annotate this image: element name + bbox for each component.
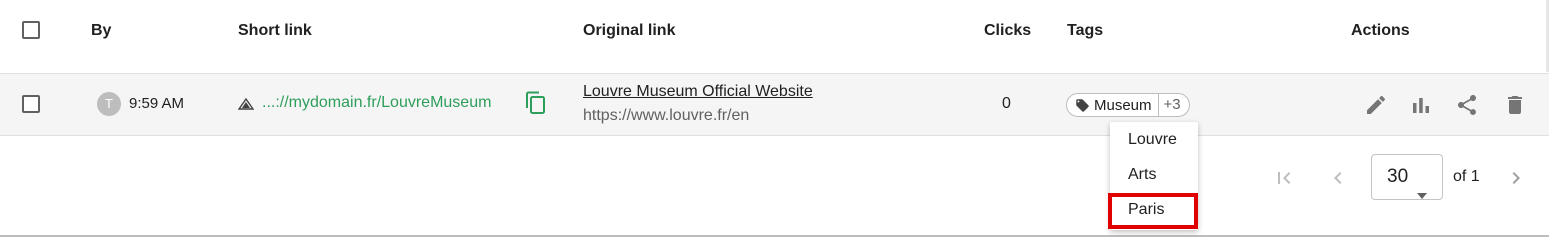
column-header-clicks[interactable]: Clicks	[984, 22, 1031, 40]
short-link[interactable]: ...://mydomain.fr/LouvreMuseum	[262, 94, 491, 112]
page-size-value: 30	[1387, 166, 1409, 187]
column-header-short-link[interactable]: Short link	[238, 22, 312, 40]
table-row[interactable]: T 9:59 AM ...://mydomain.fr/LouvreMuseum…	[0, 73, 1549, 136]
tag-option-label: Louvre	[1128, 131, 1177, 148]
column-header-actions: Actions	[1351, 22, 1410, 39]
first-page-icon[interactable]	[1272, 166, 1296, 195]
dropdown-arrow-icon	[1416, 173, 1428, 217]
page-total-label: of 1	[1453, 168, 1480, 185]
created-time: 9:59 AM	[129, 95, 185, 112]
column-header-original-link[interactable]: Original link	[583, 22, 675, 40]
domain-logo-icon	[237, 97, 255, 115]
column-header-by[interactable]: By	[91, 22, 111, 40]
select-all-checkbox[interactable]	[22, 21, 40, 39]
statistics-icon[interactable]	[1409, 93, 1433, 117]
original-link-url: https://www.louvre.fr/en	[583, 107, 750, 124]
edit-icon[interactable]	[1364, 93, 1388, 117]
tags-dropdown: Louvre Arts Paris	[1108, 122, 1198, 230]
copy-icon[interactable]	[525, 91, 547, 120]
original-link-title[interactable]: Louvre Museum Official Website	[583, 83, 813, 101]
previous-page-icon[interactable]	[1326, 166, 1350, 195]
tag-label: Museum	[1094, 96, 1152, 114]
click-count: 0	[1002, 95, 1011, 112]
tag-option-label: Arts	[1128, 166, 1157, 183]
row-checkbox[interactable]	[22, 95, 40, 113]
tag-icon	[1067, 98, 1090, 113]
more-tags-button[interactable]: +3	[1157, 94, 1189, 116]
next-page-icon[interactable]	[1504, 166, 1528, 195]
tag-option-label: Paris	[1128, 201, 1165, 218]
share-icon[interactable]	[1455, 93, 1479, 117]
delete-icon[interactable]	[1503, 93, 1527, 117]
tag-option-louvre[interactable]: Louvre	[1110, 123, 1198, 157]
tag-option-arts[interactable]: Arts	[1110, 158, 1198, 192]
table-bottom-border	[0, 235, 1549, 237]
column-header-tags[interactable]: Tags	[1067, 22, 1103, 40]
avatar: T	[97, 92, 121, 116]
page-size-select[interactable]: 30	[1371, 154, 1443, 200]
tag-option-paris[interactable]: Paris	[1108, 193, 1198, 229]
tag-chip[interactable]: Museum +3	[1066, 93, 1190, 117]
